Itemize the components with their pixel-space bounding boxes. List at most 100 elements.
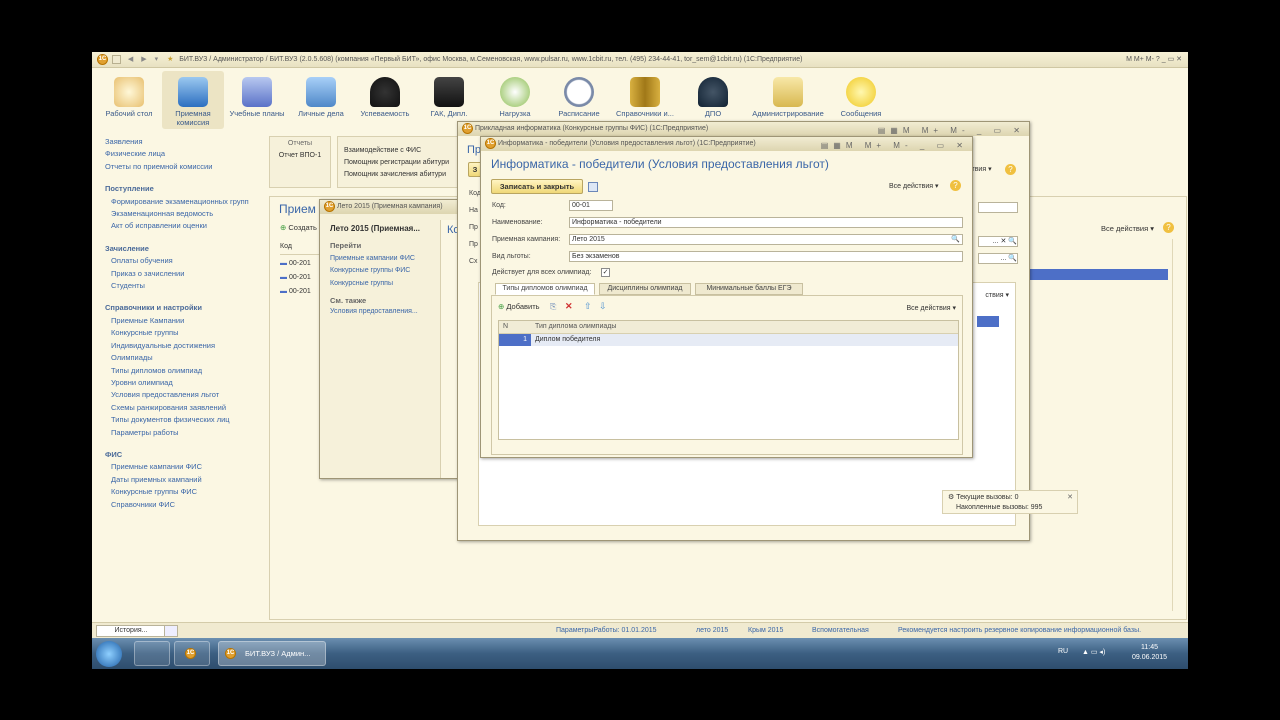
nav-link[interactable]: Конкурсные группы ФИС bbox=[105, 486, 262, 498]
nav-link[interactable]: Акт об исправлении оценки bbox=[105, 220, 262, 232]
nav-link[interactable]: Приемные кампании ФИС bbox=[105, 461, 262, 473]
nav-link[interactable]: Формирование экзаменационных групп bbox=[105, 196, 262, 208]
menu-icon[interactable] bbox=[111, 54, 121, 64]
section-references[interactable]: Справочники и... bbox=[614, 77, 676, 119]
move-down-icon[interactable]: ⇩ bbox=[599, 301, 607, 312]
nav-link[interactable]: Типы дипломов олимпиад bbox=[105, 365, 262, 377]
nav-link[interactable]: Условия предоставления льгот bbox=[105, 389, 262, 401]
app-info-field[interactable]: ... 🔍 bbox=[978, 253, 1018, 264]
nav-link[interactable]: Оплаты обучения bbox=[105, 255, 262, 267]
star-icon[interactable]: ★ bbox=[167, 56, 173, 63]
nav-link[interactable]: Конкурсные группы bbox=[105, 327, 262, 339]
search-icon[interactable]: 🔍 bbox=[951, 235, 960, 244]
nav-link[interactable]: Индивидуальные достижения bbox=[105, 340, 262, 352]
code-field[interactable]: 00-01 bbox=[569, 200, 613, 211]
move-up-icon[interactable]: ⇧ bbox=[584, 301, 592, 312]
section-dpo[interactable]: ДПО bbox=[682, 77, 744, 119]
nav-link[interactable]: Схемы ранжирования заявлений bbox=[105, 402, 262, 414]
taskbar-app-icon[interactable] bbox=[134, 641, 170, 666]
history-button[interactable]: История... bbox=[96, 625, 166, 637]
tab-min-scores[interactable]: Минимальные баллы ЕГЭ bbox=[695, 283, 803, 295]
tray-icons[interactable]: ▲ ▭ ◂) bbox=[1082, 648, 1105, 656]
close-icon[interactable]: ✕ bbox=[1067, 493, 1073, 503]
table-all-actions[interactable]: Все действия ▾ bbox=[907, 304, 957, 312]
status-item[interactable]: лето 2015 bbox=[696, 623, 728, 639]
section-schedule[interactable]: Расписание bbox=[548, 77, 610, 119]
section-admission[interactable]: Приемная комиссия bbox=[162, 71, 224, 129]
nav-link[interactable]: Приказ о зачислении bbox=[105, 268, 262, 280]
nav-link[interactable]: Приемные Кампании bbox=[105, 315, 262, 327]
status-item[interactable]: Крым 2015 bbox=[748, 623, 783, 639]
section-personal-files[interactable]: Личные дела bbox=[290, 77, 352, 119]
fis-link[interactable]: Помощник зачисления абитури bbox=[344, 169, 466, 181]
create-button[interactable]: ⊕ Создать bbox=[280, 223, 317, 232]
nav-link[interactable]: Уровни олимпиад bbox=[105, 377, 262, 389]
fis-link[interactable]: Помощник регистрации абитури bbox=[344, 157, 466, 169]
save-icon[interactable] bbox=[588, 182, 598, 192]
all-olympiads-checkbox[interactable]: ✓ bbox=[601, 268, 610, 277]
benefit-field[interactable]: Без экзаменов bbox=[569, 251, 963, 262]
start-button-icon[interactable] bbox=[96, 641, 122, 667]
all-actions-menu[interactable]: Все действия ▾ bbox=[1101, 224, 1154, 233]
add-icon: ⊕ bbox=[280, 223, 287, 232]
scrollbar[interactable] bbox=[1172, 239, 1182, 611]
dialog-window-controls[interactable]: ▤▦M M+ M- _ ▭ ✕ bbox=[821, 139, 968, 153]
delete-icon[interactable]: ✕ bbox=[565, 301, 573, 312]
report-link[interactable]: Отчет ВПО-1 bbox=[270, 152, 330, 159]
status-item[interactable]: ПараметрыРаботы: 01.01.2015 bbox=[556, 623, 657, 639]
table-row[interactable]: ▬ 00-201 bbox=[280, 285, 311, 299]
nav-link[interactable]: Олимпиады bbox=[105, 352, 262, 364]
nav-link[interactable]: Студенты bbox=[105, 280, 262, 292]
status-item[interactable]: Вспомогательная bbox=[812, 623, 869, 639]
app-info-field[interactable] bbox=[978, 202, 1018, 213]
nav-link[interactable]: Заявления bbox=[105, 136, 262, 148]
goto-link[interactable]: Конкурсные группы ФИС bbox=[330, 265, 415, 277]
app-info-field[interactable]: ... ✕ 🔍 bbox=[978, 236, 1018, 247]
see-also-link[interactable]: Условия предоставления... bbox=[330, 308, 418, 315]
app-info-table-actions[interactable]: ствия ▾ bbox=[985, 291, 1009, 299]
nav-link[interactable]: Справочники ФИС bbox=[105, 499, 262, 511]
section-administration[interactable]: Администрирование bbox=[748, 77, 828, 119]
nav-link[interactable]: Экзаменационная ведомость bbox=[105, 208, 262, 220]
selected-row[interactable] bbox=[1030, 269, 1168, 280]
section-progress[interactable]: Успеваемость bbox=[354, 77, 416, 119]
goto-link[interactable]: Конкурсные группы bbox=[330, 278, 415, 290]
help-icon[interactable]: ? bbox=[1005, 164, 1016, 175]
nav-link[interactable]: Даты приемных кампаний bbox=[105, 474, 262, 486]
nav-link[interactable]: Типы документов физических лиц bbox=[105, 414, 262, 426]
section-workload[interactable]: Нагрузка bbox=[484, 77, 546, 119]
clock[interactable]: 11:45 09.06.2015 bbox=[1132, 643, 1167, 663]
table-row[interactable]: 1 Диплом победителя bbox=[499, 334, 958, 346]
section-curricula[interactable]: Учебные планы bbox=[226, 77, 288, 119]
add-button[interactable]: ⊕ Добавить bbox=[498, 302, 540, 311]
table-row[interactable]: ▬ 00-201 bbox=[280, 257, 311, 271]
copy-icon[interactable]: ⎘ bbox=[550, 302, 556, 312]
back-icon[interactable]: ◀ bbox=[128, 56, 133, 63]
nav-link[interactable]: Физические лица bbox=[105, 148, 262, 160]
window-controls[interactable]: M M+ M- ? _ ▭ ✕ bbox=[1126, 52, 1182, 68]
tab-disciplines[interactable]: Дисциплины олимпиад bbox=[599, 283, 691, 295]
section-gak[interactable]: ГАК, Дипл. bbox=[418, 77, 480, 119]
section-messages[interactable]: Сообщения bbox=[830, 77, 892, 119]
taskbar-1c-icon[interactable]: 1С bbox=[174, 641, 210, 666]
selected-cell[interactable] bbox=[977, 316, 999, 327]
table-row[interactable]: ▬ 00-201 bbox=[280, 271, 311, 285]
forward-icon[interactable]: ▶ bbox=[141, 56, 146, 63]
taskbar-active-app[interactable]: 1С БИТ.ВУЗ / Админ... bbox=[218, 641, 326, 666]
help-icon[interactable]: ? bbox=[1163, 222, 1174, 233]
dropdown-icon[interactable]: ▾ bbox=[155, 56, 159, 63]
section-desktop[interactable]: Рабочий стол bbox=[98, 77, 160, 119]
goto-link[interactable]: Приемные кампании ФИС bbox=[330, 253, 415, 265]
language-indicator[interactable]: RU bbox=[1058, 648, 1068, 655]
fis-link[interactable]: Взаимодействие с ФИС bbox=[344, 145, 466, 157]
help-icon[interactable]: ? bbox=[950, 180, 961, 191]
history-icon[interactable] bbox=[164, 625, 178, 637]
save-and-close-button[interactable]: Записать и закрыть bbox=[491, 179, 583, 194]
nav-link[interactable]: Отчеты по приемной комиссии bbox=[105, 161, 262, 173]
dialog-all-actions[interactable]: Все действия ▾ bbox=[889, 182, 939, 190]
name-field[interactable]: Информатика - победители bbox=[569, 217, 963, 228]
status-item[interactable]: Рекомендуется настроить резервное копиро… bbox=[898, 623, 1141, 639]
tab-diploma-types[interactable]: Типы дипломов олимпиад bbox=[495, 283, 595, 295]
campaign-field[interactable]: Лето 2015 🔍 bbox=[569, 234, 963, 245]
nav-link[interactable]: Параметры работы bbox=[105, 427, 262, 439]
